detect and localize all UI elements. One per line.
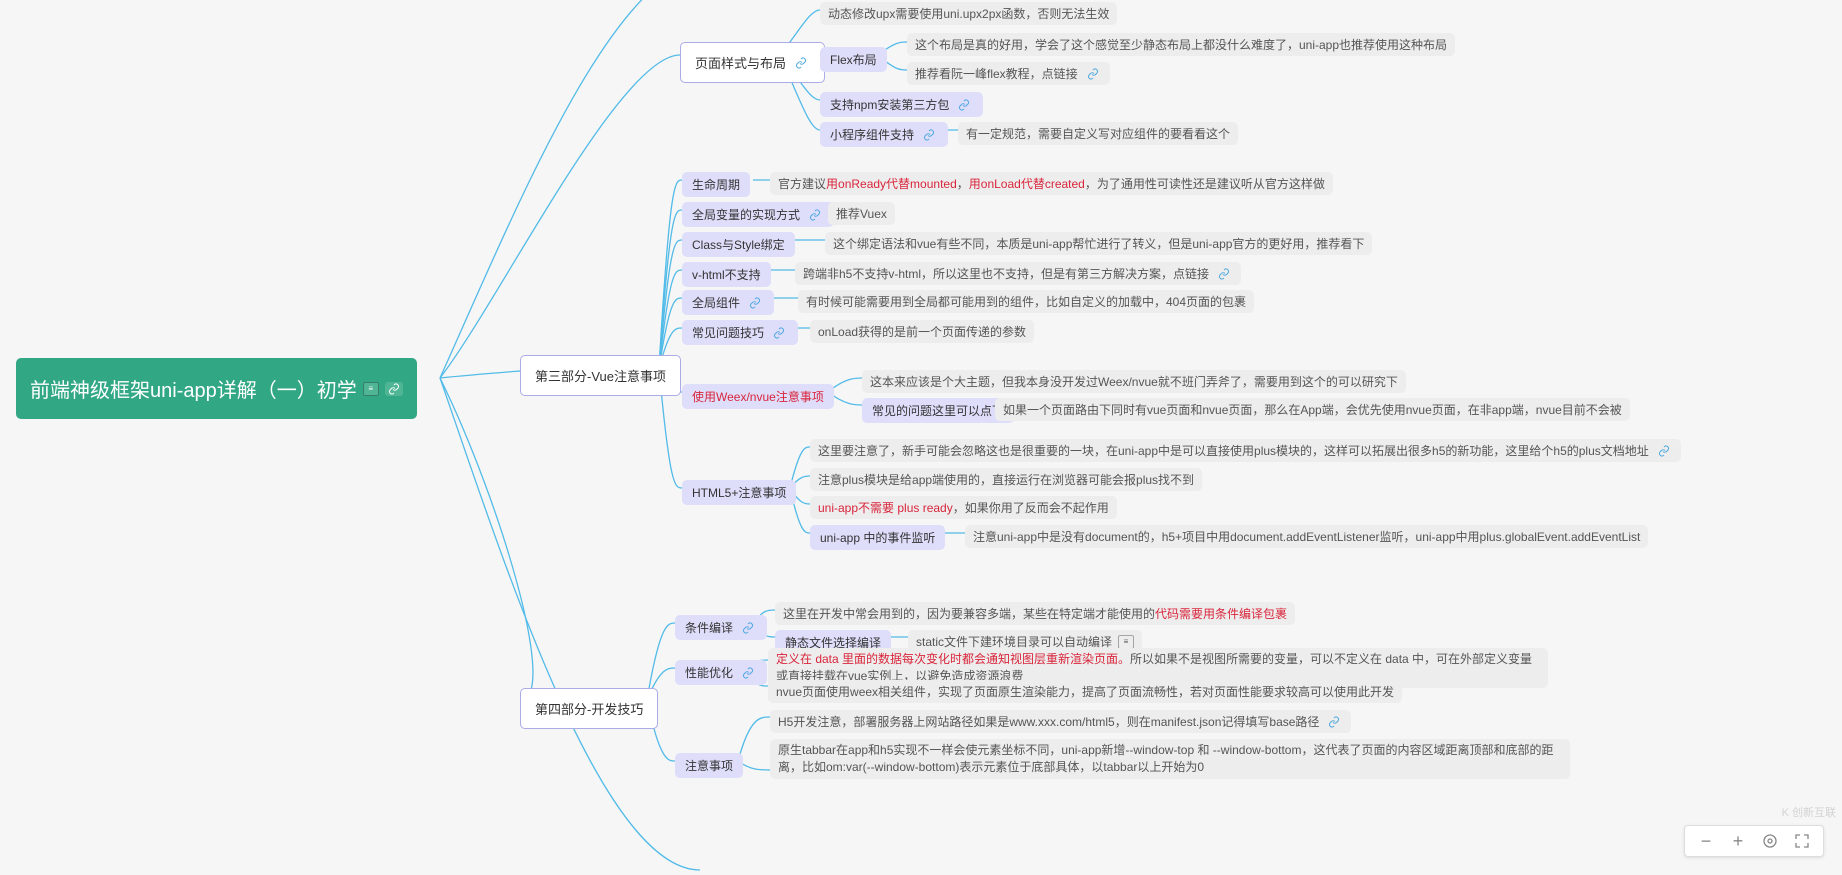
topic-weex[interactable]: 使用Weex/nvue注意事项 xyxy=(682,384,834,409)
leaf-classstyle[interactable]: 这个绑定语法和vue有些不同，本质是uni-app帮忙进行了转义，但是uni-a… xyxy=(825,232,1372,255)
topic-flex[interactable]: Flex布局 xyxy=(820,47,887,72)
leaf-upx[interactable]: 动态修改upx需要使用uni.upx2px函数，否则无法生效 xyxy=(820,2,1117,25)
link-icon xyxy=(385,382,403,396)
zoom-out-button[interactable]: − xyxy=(1695,830,1717,852)
root-title: 前端神级框架uni-app详解（一）初学 xyxy=(30,374,357,403)
leaf-cond1[interactable]: 这里在开发中常会用到的，因为要兼容多端，某些在特定端才能使用的代码需要用条件编译… xyxy=(775,602,1295,625)
link-icon xyxy=(920,128,938,142)
topic-vhtml[interactable]: v-html不支持 xyxy=(682,262,771,287)
zoom-in-button[interactable]: + xyxy=(1727,830,1749,852)
topic-npm[interactable]: 支持npm安装第三方包 xyxy=(820,92,983,117)
leaf-flex1[interactable]: 这个布局是真的好用，学会了这个感觉至少静态布局上都没什么难度了，uni-app也… xyxy=(907,33,1455,56)
leaf-perf2[interactable]: nvue页面使用weex相关组件，实现了页面原生渲染能力，提高了页面流畅性，若对… xyxy=(768,680,1402,703)
link-icon xyxy=(1084,67,1102,81)
branch-dev-tips[interactable]: 第四部分-开发技巧 xyxy=(520,688,658,729)
topic-globalcomp[interactable]: 全局组件 xyxy=(682,290,774,315)
topic-h5plus[interactable]: HTML5+注意事项 xyxy=(682,480,796,505)
leaf-h5plus3[interactable]: uni-app不需要 plus ready，如果你用了反而会不起作用 xyxy=(810,496,1117,519)
link-icon xyxy=(739,666,757,680)
leaf-vhtml[interactable]: 跨端非h5不支持v-html，所以这里也不支持，但是有第三方解决方案，点链接 xyxy=(795,262,1241,285)
zoom-toolbar: − + xyxy=(1684,825,1824,857)
topic-miniprog[interactable]: 小程序组件支持 xyxy=(820,122,948,147)
leaf-vuex[interactable]: 推荐Vuex xyxy=(828,202,895,225)
link-icon xyxy=(770,326,788,340)
label: 页面样式与布局 xyxy=(695,53,786,72)
topic-cond[interactable]: 条件编译 xyxy=(675,615,767,640)
topic-weex-common[interactable]: 常见的问题这里可以点下 xyxy=(862,398,1014,423)
topic-perf[interactable]: 性能优化 xyxy=(675,660,767,685)
topic-common[interactable]: 常见问题技巧 xyxy=(682,320,798,345)
topic-notes[interactable]: 注意事项 xyxy=(675,753,743,778)
leaf-miniprog-note[interactable]: 有一定规范，需要自定义写对应组件的要看看这个 xyxy=(958,122,1238,145)
branch-page-style[interactable]: 页面样式与布局 xyxy=(680,42,825,83)
leaf-notes1[interactable]: H5开发注意，部署服务器上网站路径如果是www.xxx.com/html5，则在… xyxy=(770,710,1351,733)
leaf-weex1[interactable]: 这本来应该是个大主题，但我本身没开发过Weex/nvue就不班门弄斧了，需要用到… xyxy=(862,370,1406,393)
leaf-h5plus2[interactable]: 注意plus模块是给app端使用的，直接运行在浏览器可能会报plus找不到 xyxy=(810,468,1202,491)
branch-vue-notes[interactable]: 第三部分-Vue注意事项 xyxy=(520,355,681,396)
link-icon xyxy=(1655,444,1673,458)
topic-globalvar[interactable]: 全局变量的实现方式 xyxy=(682,202,834,227)
watermark: K 创新互联 xyxy=(1782,804,1836,820)
fit-button[interactable] xyxy=(1759,830,1781,852)
leaf-flex2[interactable]: 推荐看阮一峰flex教程，点链接 xyxy=(907,62,1110,85)
leaf-common[interactable]: onLoad获得的是前一个页面传递的参数 xyxy=(810,320,1034,343)
note-icon: ≡ xyxy=(1118,635,1134,649)
leaf-h5plus-event[interactable]: 注意uni-app中是没有document的，h5+项目中用document.a… xyxy=(965,525,1648,548)
topic-classstyle[interactable]: Class与Style绑定 xyxy=(682,232,795,257)
link-icon xyxy=(739,621,757,635)
topic-lifecycle[interactable]: 生命周期 xyxy=(682,172,750,197)
link-icon xyxy=(806,208,824,222)
topic-h5plus-event[interactable]: uni-app 中的事件监听 xyxy=(810,525,945,550)
link-icon xyxy=(1215,267,1233,281)
link-icon xyxy=(955,98,973,112)
fullscreen-button[interactable] xyxy=(1791,830,1813,852)
root-node[interactable]: 前端神级框架uni-app详解（一）初学 ≡ xyxy=(16,358,417,419)
leaf-globalcomp[interactable]: 有时候可能需要用到全局都可能用到的组件，比如自定义的加载中，404页面的包裹 xyxy=(798,290,1254,313)
link-icon xyxy=(1325,715,1343,729)
link-icon xyxy=(746,296,764,310)
note-icon: ≡ xyxy=(363,382,379,396)
leaf-lifecycle[interactable]: 官方建议用onReady代替mounted，用onLoad代替created，为… xyxy=(770,172,1333,195)
link-icon xyxy=(792,56,810,70)
leaf-notes2[interactable]: 原生tabbar在app和h5实现不一样会使元素坐标不同，uni-app新增--… xyxy=(770,739,1570,779)
leaf-h5plus1[interactable]: 这里要注意了，新手可能会忽略这也是很重要的一块，在uni-app中是可以直接使用… xyxy=(810,439,1681,462)
leaf-weex2[interactable]: 如果一个页面路由下同时有vue页面和nvue页面，那么在App端，会优先使用nv… xyxy=(995,398,1630,421)
